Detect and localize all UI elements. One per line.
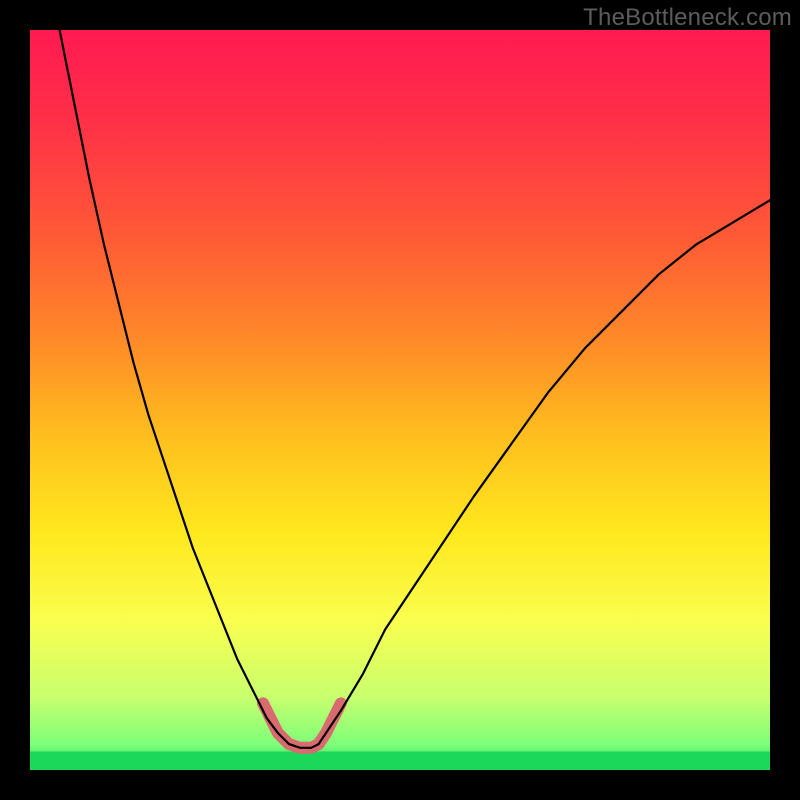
green-floor-band xyxy=(30,752,770,771)
chart-frame: TheBottleneck.com xyxy=(0,0,800,800)
watermark-text: TheBottleneck.com xyxy=(583,4,792,32)
plot-background xyxy=(30,30,770,770)
chart-plot xyxy=(30,30,770,770)
